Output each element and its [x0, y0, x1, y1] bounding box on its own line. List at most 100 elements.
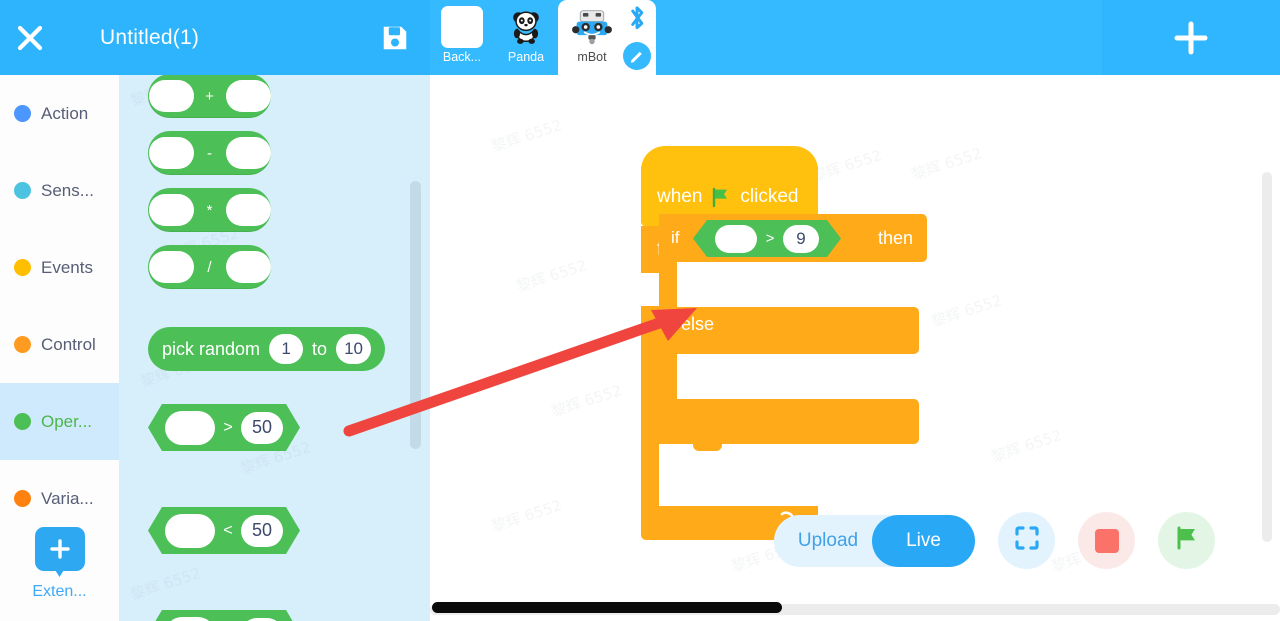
forever-left-arm — [641, 306, 659, 506]
watermark: 黎辉 6552 — [489, 116, 565, 156]
pencil-edit-icon[interactable] — [623, 42, 651, 70]
block-greater-than-condition[interactable]: > 9 — [693, 220, 841, 257]
category-dot-variables — [14, 490, 31, 507]
live-mode-button[interactable]: Live — [872, 514, 975, 567]
block-pick-random[interactable]: pick random 1 to 10 — [148, 327, 385, 371]
sidebar-item-label: Control — [41, 334, 96, 354]
green-flag-icon — [1173, 524, 1201, 557]
operand-right-input[interactable]: 50 — [241, 411, 283, 444]
fullscreen-icon — [1013, 524, 1041, 557]
block-operator-multiply[interactable]: * — [148, 188, 271, 232]
sidebar-item-control[interactable]: Control — [0, 306, 119, 383]
tab-panda-label: Panda — [507, 50, 545, 64]
operand-left-slot[interactable] — [165, 410, 215, 445]
category-dot-sensing — [14, 182, 31, 199]
watermark: 黎辉 6552 — [989, 426, 1065, 466]
sidebar-item-variables[interactable]: Varia... — [0, 460, 119, 537]
bluetooth-icon[interactable] — [624, 4, 650, 37]
operand-left-slot[interactable] — [148, 194, 194, 226]
mbot-robot-icon — [571, 6, 613, 48]
add-extension-label: Exten... — [32, 583, 87, 600]
sidebar-item-label: Oper... — [41, 411, 93, 431]
pick-random-from-input[interactable]: 1 — [269, 334, 304, 364]
operand-left-slot[interactable] — [148, 251, 194, 283]
scrollbar-thumb[interactable] — [432, 602, 782, 613]
fullscreen-button[interactable] — [998, 512, 1055, 569]
sidebar-item-sensing[interactable]: Sens... — [0, 152, 119, 229]
operand-right-slot[interactable] — [225, 137, 271, 169]
panda-sprite-icon — [505, 6, 547, 48]
script-workspace[interactable]: 黎辉 6552 黎辉 6552 黎辉 6552 黎辉 6552 黎辉 6552 … — [430, 75, 1280, 621]
sidebar-item-events[interactable]: Events — [0, 229, 119, 306]
block-palette[interactable]: 黎辉 6552 黎辉 6552 黎辉 6552 黎辉 6552 黎辉 6552 … — [119, 75, 430, 621]
close-icon[interactable] — [0, 0, 60, 75]
sidebar-item-label: Varia... — [41, 488, 94, 508]
operand-left-slot[interactable] — [148, 137, 194, 169]
pick-random-to-label: to — [312, 338, 328, 359]
start-button[interactable] — [1158, 512, 1215, 569]
palette-scrollbar[interactable] — [410, 181, 421, 449]
operand-right-slot[interactable] — [225, 80, 271, 112]
sidebar-item-operators[interactable]: Oper... — [0, 383, 119, 460]
watermark: 黎辉 6552 — [909, 144, 985, 184]
add-sprite-button[interactable] — [1102, 0, 1280, 75]
add-extension-button[interactable]: Exten... — [0, 527, 119, 601]
watermark: 黎辉 6552 — [489, 496, 565, 536]
then-label: then — [877, 227, 913, 248]
pick-random-to-input[interactable]: 10 — [336, 334, 371, 364]
header-spacer — [656, 0, 1280, 75]
block-equals[interactable]: = 50 — [148, 610, 300, 621]
operator-symbol: + — [205, 87, 214, 105]
block-shape — [148, 610, 300, 621]
if-left-arm-bottom — [659, 354, 677, 399]
header-project-bar: Untitled(1) — [0, 0, 430, 75]
workspace-vertical-scrollbar[interactable] — [1262, 172, 1272, 542]
watermark: 黎辉 6552 — [809, 146, 885, 186]
operator-symbol: < — [223, 521, 233, 539]
operator-symbol: > — [765, 230, 775, 247]
operand-left-slot[interactable] — [715, 224, 757, 253]
tab-mbot-label: mBot — [577, 50, 607, 64]
sidebar-item-label: Sens... — [41, 180, 94, 200]
operand-right-slot[interactable] — [225, 251, 271, 283]
block-less-than[interactable]: < 50 — [148, 507, 300, 554]
watermark: 黎辉 6552 — [549, 381, 625, 421]
page-title: Untitled(1) — [100, 25, 200, 49]
script-stack[interactable]: when clicked forever — [641, 146, 927, 540]
backdrop-thumbnail — [441, 6, 483, 48]
operator-symbol: / — [207, 258, 212, 276]
save-icon[interactable] — [378, 21, 412, 55]
watermark: 黎辉 6552 — [929, 291, 1005, 331]
operand-right-slot[interactable] — [225, 194, 271, 226]
block-if-else[interactable]: if then > 9 else — [659, 214, 927, 451]
if-left-arm-top — [659, 262, 677, 307]
tab-panda[interactable]: Panda — [494, 0, 558, 75]
block-operator-subtract[interactable]: - — [148, 131, 271, 175]
upload-mode-button[interactable]: Upload — [774, 530, 882, 552]
tab-mbot[interactable]: mBot — [558, 0, 656, 75]
stop-button[interactable] — [1078, 512, 1135, 569]
if-header[interactable]: if then > 9 — [659, 214, 927, 262]
workspace-controls: Upload Live — [774, 512, 1215, 569]
watermark: 黎辉 6552 — [128, 564, 204, 604]
category-dot-events — [14, 259, 31, 276]
upload-live-toggle[interactable]: Upload Live — [774, 514, 975, 567]
category-dot-operators — [14, 413, 31, 430]
else-body-notch-cut — [693, 354, 722, 361]
add-extension-icon — [34, 527, 85, 571]
block-operator-add[interactable]: + — [148, 75, 271, 118]
block-operator-divide[interactable]: / — [148, 245, 271, 289]
operand-left-slot[interactable] — [148, 80, 194, 112]
category-dot-control — [14, 336, 31, 353]
operand-left-slot[interactable] — [165, 513, 215, 548]
operand-right-input[interactable]: 9 — [783, 224, 819, 253]
workspace-horizontal-scrollbar[interactable] — [430, 602, 1280, 615]
operator-symbol: > — [223, 418, 233, 436]
sidebar-item-action[interactable]: Action — [0, 75, 119, 152]
tab-backdrop[interactable]: Back... — [430, 0, 494, 75]
operand-right-input[interactable]: 50 — [241, 514, 283, 547]
pick-random-label: pick random — [162, 338, 261, 359]
clicked-label: clicked — [740, 185, 799, 207]
block-greater-than[interactable]: > 50 — [148, 404, 300, 451]
sprite-tabs: Back... Panda mBot — [430, 0, 656, 75]
